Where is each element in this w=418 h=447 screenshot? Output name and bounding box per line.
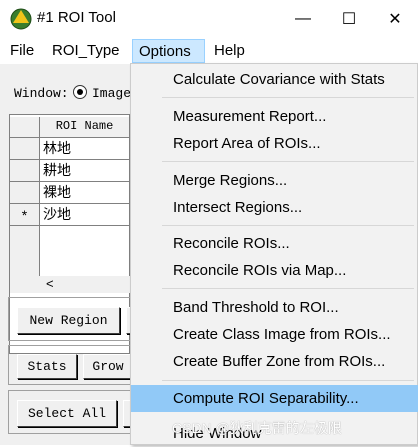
minimize-icon: — [295,10,311,27]
window-title: #1 ROI Tool [37,9,116,26]
row-marker[interactable] [10,160,40,182]
menu-roi-type[interactable]: ROI_Type [46,39,126,63]
menu-item-merge-regions[interactable]: Merge Regions... [131,167,418,194]
select-all-button[interactable]: Select All [17,400,117,427]
menu-item-calculate-covariance[interactable]: Calculate Covariance with Stats [131,66,418,93]
roi-row-name[interactable]: 林地 [40,138,130,160]
minimize-button[interactable]: — [280,0,326,38]
table-corner [10,117,40,138]
column-header-roi-name[interactable]: ROI Name [40,117,130,138]
row-header-empty [10,226,40,276]
envi-app-icon [10,8,32,30]
menu-item-report-area[interactable]: Report Area of ROIs... [131,130,418,157]
row-marker[interactable] [10,182,40,204]
menu-item-reconcile-rois-via-map[interactable]: Reconcile ROIs via Map... [131,257,418,284]
menu-separator [162,225,414,226]
image-radio[interactable] [73,85,87,99]
image-radio-label: Image [92,86,132,101]
menu-separator [162,380,414,381]
menu-separator [162,161,414,162]
menu-separator [162,288,414,289]
stats-button[interactable]: Stats [17,354,77,379]
menu-item-measurement-report[interactable]: Measurement Report... [131,103,418,130]
row-marker[interactable] [10,138,40,160]
window-label: Window: [14,86,69,101]
horizontal-scrollbar[interactable]: < [10,276,130,293]
menu-item-intersect-regions[interactable]: Intersect Regions... [131,194,418,221]
roi-row-name[interactable]: 沙地 [40,204,130,226]
new-region-button[interactable]: New Region [17,307,120,334]
menu-file[interactable]: File [4,39,40,63]
menu-item-reconcile-rois[interactable]: Reconcile ROIs... [131,230,418,257]
maximize-icon: ☐ [341,11,357,28]
menu-item-create-class-image[interactable]: Create Class Image from ROIs... [131,321,418,348]
roi-row-name[interactable]: 耕地 [40,160,130,182]
menu-item-band-threshold[interactable]: Band Threshold to ROI... [131,294,418,321]
grow-button[interactable]: Grow [83,354,133,379]
title-bar: #1 ROI Tool — ☐ ✕ [0,0,418,38]
maximize-button[interactable]: ☐ [326,0,372,38]
watermark-text: CSDN @狄利克雷的左极限 [172,420,342,436]
close-icon: ✕ [388,11,402,28]
options-dropdown-menu: Calculate Covariance with Stats Measurem… [130,63,418,445]
menu-item-compute-roi-separability[interactable]: Compute ROI Separability... [131,385,418,412]
menu-options[interactable]: Options [132,39,205,63]
scroll-left-arrow-icon[interactable]: < [46,276,54,291]
row-marker-current[interactable]: * [10,204,40,226]
roi-row-name[interactable]: 裸地 [40,182,130,204]
menu-item-create-buffer-zone[interactable]: Create Buffer Zone from ROIs... [131,348,418,375]
close-button[interactable]: ✕ [372,0,418,38]
menu-help[interactable]: Help [208,39,251,63]
menu-separator [162,97,414,98]
